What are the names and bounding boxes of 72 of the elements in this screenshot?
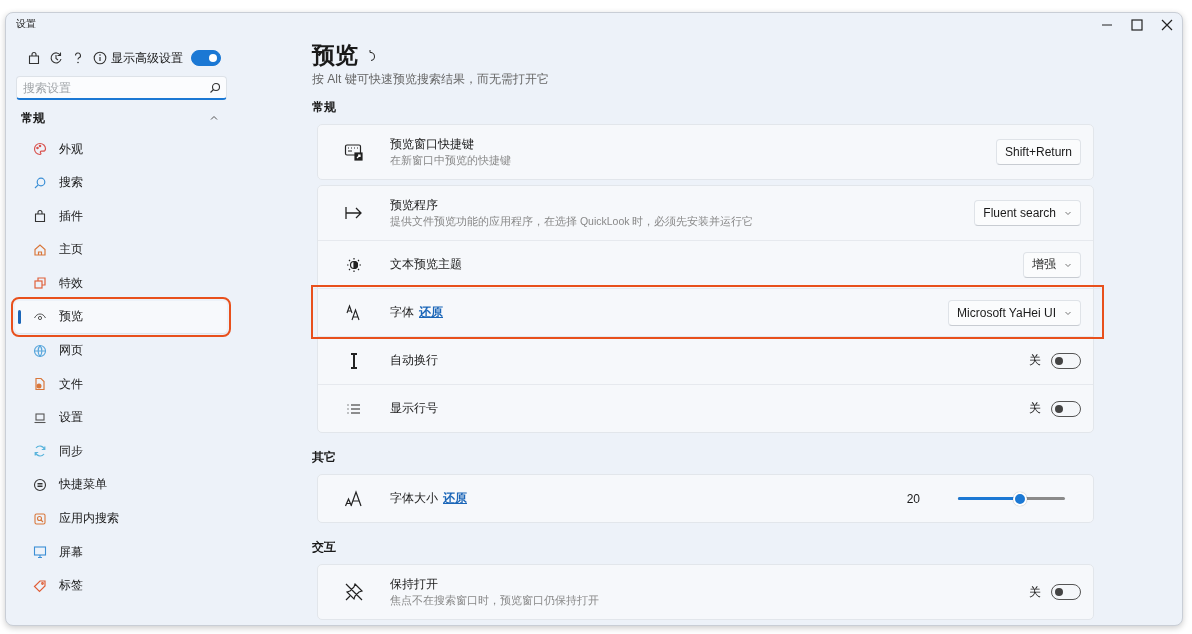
palette-icon — [33, 142, 47, 156]
setting-description: 在新窗口中预览的快捷键 — [390, 154, 512, 168]
setting-title: 保持打开 — [390, 576, 438, 593]
dropdown[interactable]: Fluent search — [974, 200, 1081, 226]
toggle-state-label: 关 — [1029, 400, 1041, 417]
toggle-state-label: 关 — [1029, 583, 1041, 601]
monitor-icon — [33, 545, 47, 560]
layers-icon — [33, 276, 47, 291]
sidebar-item[interactable]: 快捷菜单 — [15, 468, 227, 501]
setting-title: 预览窗口快捷键 — [390, 136, 474, 153]
search-icon — [33, 175, 47, 190]
sidebar-item[interactable]: 文件 — [15, 368, 227, 401]
tag-icon — [33, 578, 47, 593]
bag-icon — [33, 209, 47, 224]
setting-title: 显示行号 — [390, 400, 438, 417]
sync-icon — [33, 444, 47, 459]
toggle-switch[interactable] — [1051, 584, 1081, 600]
sidebar-item[interactable]: 主页 — [15, 233, 227, 266]
sidebar-item[interactable]: 同步 — [15, 435, 227, 468]
close-icon[interactable] — [1160, 18, 1174, 32]
slider-track[interactable] — [958, 491, 1065, 506]
sidebar-item[interactable]: 外观 — [15, 133, 227, 165]
reset-link[interactable]: 还原 — [443, 490, 467, 507]
font-size-icon — [344, 488, 364, 509]
sidebar-item[interactable]: 搜索 — [15, 166, 227, 199]
dropdown[interactable]: 增强 — [1023, 251, 1081, 278]
maximize-icon[interactable] — [1130, 18, 1144, 32]
sidebar-item[interactable]: 屏幕 — [15, 536, 227, 569]
laptop-icon — [33, 410, 47, 425]
toggle-switch[interactable] — [1051, 352, 1081, 369]
search-icon[interactable] — [209, 82, 221, 94]
shortcut-button[interactable]: Shift+Return — [995, 139, 1081, 165]
bag-icon[interactable] — [27, 51, 41, 65]
toggle-state-label: 关 — [1029, 352, 1041, 369]
chevron-icon — [1064, 209, 1072, 217]
setting-title: 预览程序 — [390, 197, 438, 214]
page-subtitle: 按 Alt 键可快速预览搜索结果，而无需打开它 — [312, 71, 550, 88]
section-title: 交互 — [312, 539, 337, 556]
search-field[interactable]: 搜索设置 — [16, 76, 227, 100]
sidebar-item[interactable]: 标签 — [15, 569, 227, 602]
dropdown[interactable]: Microsoft YaHei UI — [948, 299, 1081, 326]
history-icon[interactable] — [49, 51, 63, 65]
info-icon[interactable] — [93, 51, 107, 65]
setting-description: 焦点不在搜索窗口时，预览窗口仍保持打开 — [390, 594, 600, 608]
app-search-icon — [33, 511, 47, 526]
section-title: 其它 — [312, 449, 337, 466]
setting-title: 文本预览主题 — [390, 256, 462, 273]
slider-thumb[interactable] — [1012, 491, 1027, 506]
sidebar-item[interactable]: 网页 — [15, 334, 227, 367]
section-title: 常规 — [312, 99, 337, 116]
sidebar-item[interactable]: 设置 — [15, 401, 227, 434]
menu-icon — [33, 477, 47, 492]
advanced-settings-toggle[interactable] — [191, 50, 221, 66]
group-title: 常规 — [21, 109, 45, 127]
setting-title: 自动换行 — [390, 352, 438, 369]
setting-title: 字体 — [390, 304, 414, 321]
window-title: 设置 — [16, 17, 36, 31]
setting-description: 提供文件预览功能的应用程序，在选择 QuickLook 时，必须先安装并运行它 — [390, 215, 755, 229]
page-title: 预览 — [312, 41, 358, 70]
reset-link[interactable]: 还原 — [419, 304, 443, 321]
file-icon — [33, 377, 47, 392]
toggle-switch[interactable] — [1051, 400, 1081, 417]
home-icon — [33, 242, 47, 257]
keyboard-icon — [344, 142, 364, 162]
advanced-settings-label: 显示高级设置 — [111, 49, 183, 67]
sidebar-item[interactable]: 插件 — [15, 200, 227, 233]
globe-icon — [33, 343, 47, 358]
setting-title: 字体大小 — [390, 490, 438, 507]
pin-icon — [344, 582, 364, 602]
slider-value: 20 — [906, 491, 920, 506]
sidebar-item[interactable]: 应用内搜索 — [15, 502, 227, 535]
sidebar-item[interactable]: 特效 — [15, 267, 227, 300]
